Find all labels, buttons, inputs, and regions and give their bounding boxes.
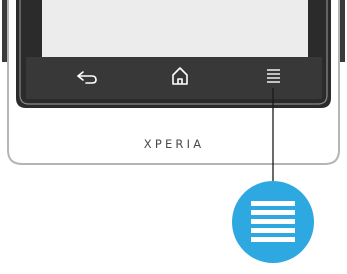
phone-drawing	[2, 0, 345, 263]
phone-screen	[42, 0, 308, 57]
phone-illustration: XPERIA	[0, 0, 347, 269]
brand-logo-text: XPERIA	[143, 137, 205, 151]
right-side-edge	[340, 0, 345, 62]
left-side-edge	[2, 0, 7, 62]
menu-callout	[232, 181, 314, 263]
